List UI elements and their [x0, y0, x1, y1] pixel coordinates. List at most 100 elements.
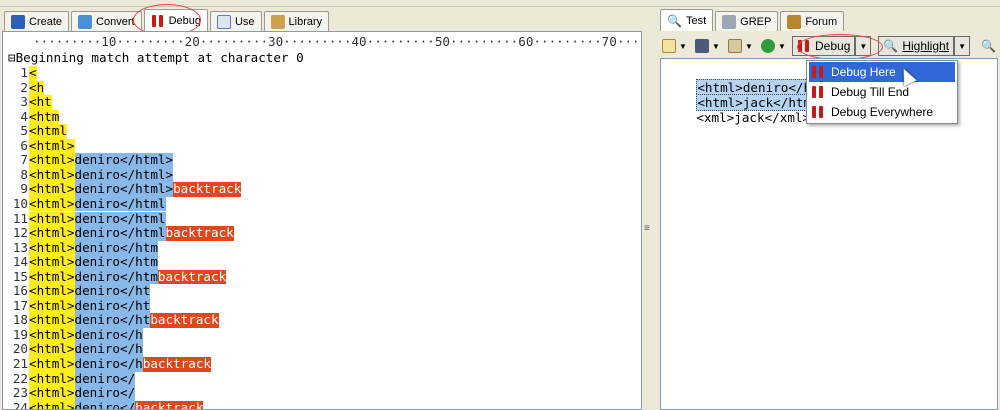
debug-line: 12 <html> deniro</html backtrack	[3, 226, 234, 241]
tab-create[interactable]: Create	[4, 11, 70, 31]
matched-yellow: <html>	[29, 166, 75, 183]
debug-icon	[151, 14, 165, 28]
matched-yellow: <h	[29, 79, 45, 96]
debug-line: 18 <html> deniro</ht backtrack	[3, 313, 219, 328]
tab-label: Debug	[168, 14, 201, 27]
paste-icon	[728, 39, 742, 53]
debug-line: 14 <html> deniro</htm	[3, 255, 158, 270]
backtrack-label: backtrack	[142, 356, 211, 372]
debug-icon	[811, 65, 825, 79]
tab-test[interactable]: 🔍 Test	[660, 9, 714, 31]
tab-grep[interactable]: GREP	[715, 11, 779, 31]
matched-yellow: <html>	[29, 225, 75, 241]
left-tab-bar: Create Convert Debug Use Library	[4, 9, 331, 31]
tab-debug[interactable]: Debug	[143, 9, 208, 31]
debug-button[interactable]: Debug	[792, 36, 856, 56]
debug-line: 23 <html> deniro</	[3, 385, 136, 401]
debug-line: 20 <html> deniro</h	[3, 342, 143, 357]
new-file-icon	[662, 39, 676, 53]
menu-item-label: Debug Everywhere	[831, 105, 934, 119]
tab-forum[interactable]: Forum	[780, 11, 845, 31]
debug-icon	[797, 39, 811, 53]
create-icon	[11, 14, 25, 29]
matched-blue: deniro</htm	[74, 239, 158, 256]
matched-yellow: <html>	[29, 400, 75, 409]
go-button[interactable]: ▼	[759, 36, 789, 56]
highlight-button-label: Highlight	[902, 39, 950, 53]
zoom-icon: 🔍	[981, 39, 996, 53]
matched-yellow: <html>	[29, 326, 75, 343]
debug-line: 24 <html> deniro</backtrack	[3, 399, 204, 410]
matched-blue: deniro</html>	[74, 181, 174, 197]
menu-item-debug-till-end[interactable]: Debug Till End	[809, 82, 955, 102]
line-number: 1	[20, 65, 28, 80]
zoom-button[interactable]: 🔍	[979, 36, 998, 56]
splitter-grip-icon[interactable]: ≡	[644, 223, 650, 234]
line-number: 5	[20, 123, 28, 139]
tab-label: Library	[288, 15, 323, 28]
paste-button[interactable]: ▼	[726, 36, 756, 56]
backtrack-label: backtrack	[150, 312, 219, 328]
line-number: 20	[12, 341, 28, 357]
column-ruler: ·········10·········20·········30·······…	[33, 34, 642, 49]
line-number: 18	[12, 312, 28, 328]
forum-icon	[787, 14, 802, 29]
menu-item-debug-everywhere[interactable]: Debug Everywhere	[809, 102, 955, 122]
convert-icon	[78, 14, 93, 29]
matched-blue: deniro</html	[74, 210, 166, 226]
matched-yellow: <html>	[29, 385, 75, 401]
menu-item-debug-here[interactable]: Debug Here	[809, 62, 955, 82]
highlight-dropdown-toggle[interactable]: ▼	[954, 36, 971, 56]
save-button[interactable]: ▼	[693, 36, 723, 56]
menu-item-label: Debug Till End	[831, 85, 910, 99]
debug-line: 13 <html> deniro</htm	[3, 239, 158, 256]
debug-dropdown-toggle[interactable]: ▼	[855, 36, 872, 56]
matched-yellow: <htm	[29, 108, 60, 125]
chevron-down-icon[interactable]: ▼	[678, 42, 688, 51]
tab-library[interactable]: Library	[263, 11, 330, 31]
test-line[interactable]: <xml>jack</xml>¶	[666, 95, 815, 125]
line-number: 16	[12, 283, 28, 299]
matched-blue: deniro</htm	[74, 268, 158, 285]
matched-blue: deniro</	[74, 385, 136, 401]
debug-line: 9 <html> deniro</html> backtrack	[3, 181, 242, 197]
tab-label: Test	[685, 14, 707, 27]
chevron-down-icon[interactable]: ▼	[711, 42, 721, 51]
matched-yellow: <html>	[29, 195, 75, 212]
matched-yellow: <html>	[29, 312, 75, 328]
line-number: 6	[20, 137, 28, 153]
tab-label: Forum	[805, 15, 838, 28]
tab-convert[interactable]: Convert	[71, 11, 142, 31]
matched-yellow: <html>	[29, 181, 75, 197]
highlight-button[interactable]: 🔍 Highlight	[878, 36, 955, 56]
debug-line: 5 <html	[3, 124, 67, 139]
debug-line: 19 <html> deniro</h	[3, 326, 143, 343]
line-number: 15	[12, 268, 28, 284]
line-number: 8	[20, 166, 28, 182]
chevron-down-icon: ▼	[859, 41, 868, 51]
debug-line: 4 <htm	[3, 108, 60, 125]
tab-use[interactable]: Use	[209, 11, 262, 31]
debug-button-label: Debug	[815, 39, 851, 53]
line-number: 24	[12, 399, 28, 410]
line-number: 7	[20, 152, 28, 168]
chevron-down-icon[interactable]: ▼	[777, 42, 787, 51]
matched-blue: deniro</html	[74, 225, 166, 241]
matched-yellow: <html	[29, 123, 67, 139]
matched-blue: deniro</ht	[74, 283, 151, 299]
matched-yellow: <html>	[29, 268, 75, 285]
line-number: 9	[20, 181, 28, 197]
right-tab-bar: 🔍 Test GREP Forum	[660, 9, 846, 31]
new-button[interactable]: ▼	[660, 36, 690, 56]
chevron-down-icon[interactable]: ▼	[744, 42, 754, 51]
line-number: 12	[12, 225, 28, 241]
matched-blue: deniro</ht	[74, 312, 151, 328]
matched-yellow: <html>	[29, 370, 75, 387]
pane-splitter[interactable]	[642, 31, 656, 410]
matched-blue: deniro</h	[74, 326, 143, 343]
matched-yellow: <html>	[29, 356, 75, 372]
debug-line: 22 <html> deniro</	[3, 370, 136, 387]
debug-output-pane[interactable]: ·········10·········20·········30·······…	[2, 31, 642, 410]
debug-line: 8 <html> deniro</html>	[3, 166, 174, 183]
matched-blue: deniro</h	[74, 341, 143, 357]
